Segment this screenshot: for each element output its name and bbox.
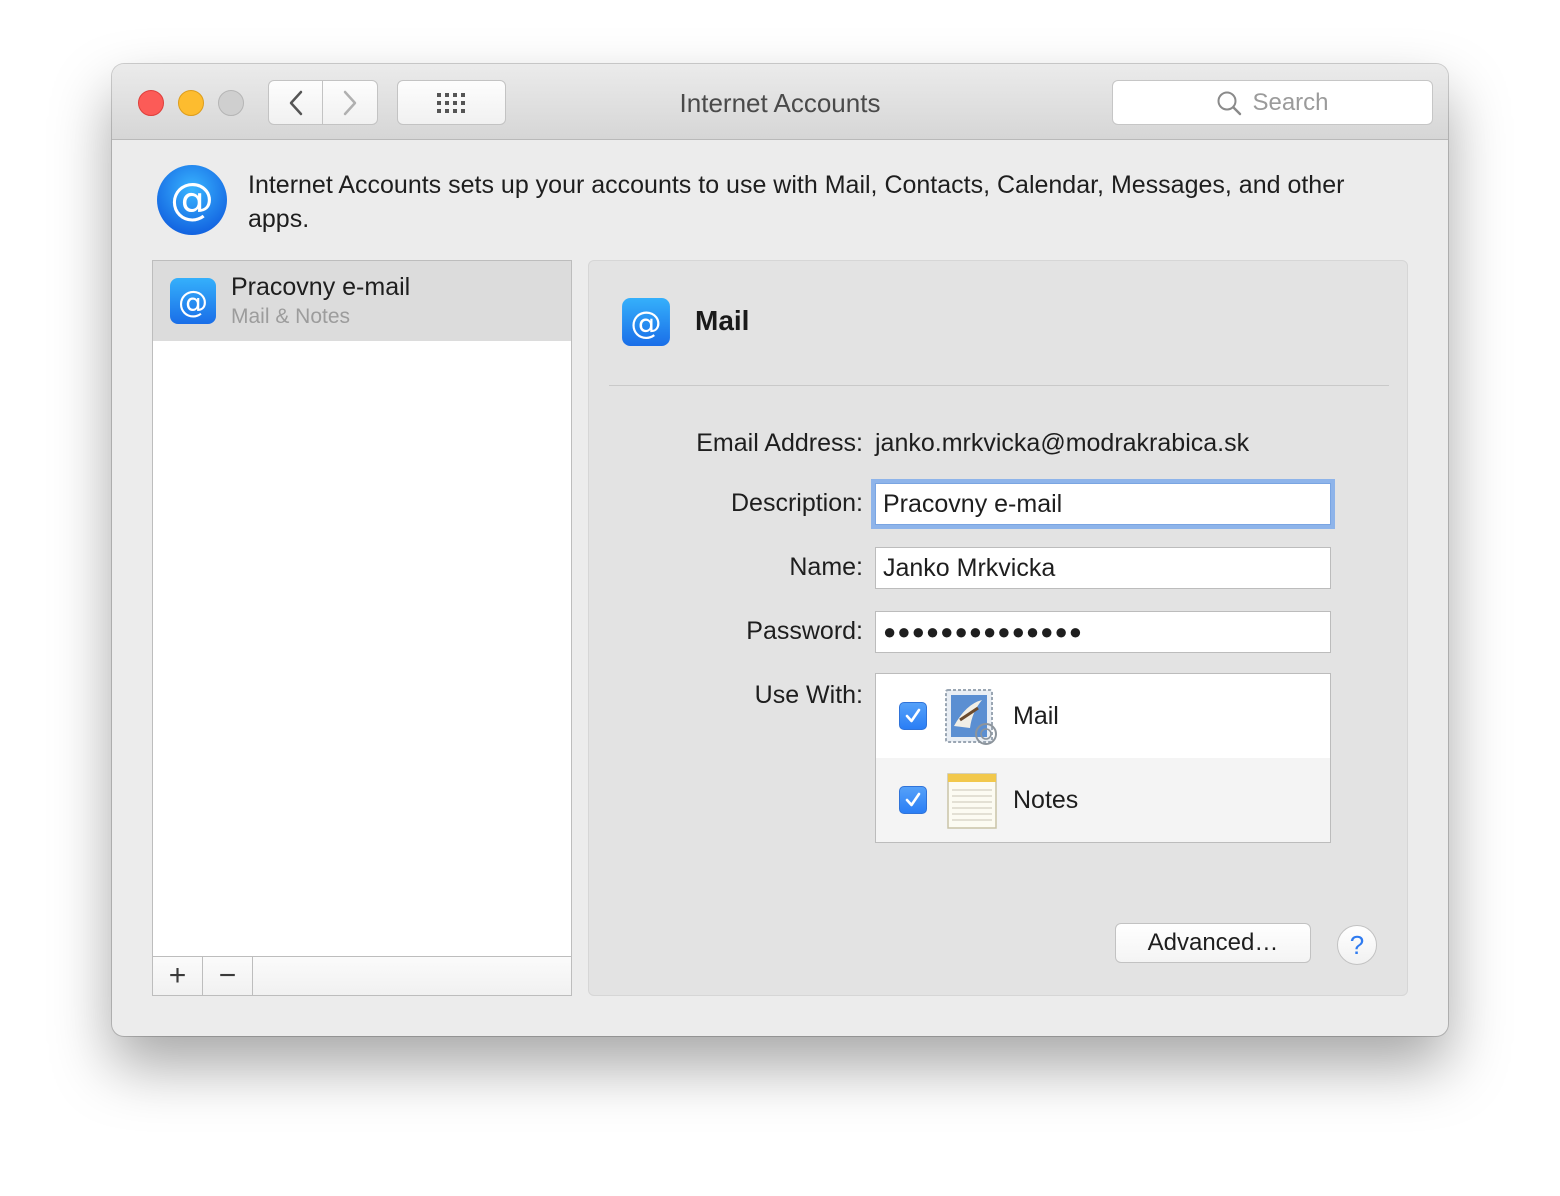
advanced-button[interactable]: Advanced… (1115, 923, 1311, 963)
divider (609, 385, 1389, 386)
svg-text:@: @ (630, 305, 661, 341)
intro-description: Internet Accounts sets up your accounts … (248, 171, 1345, 233)
remove-account-button[interactable]: − (203, 957, 253, 995)
search-field[interactable]: Search (1112, 80, 1433, 125)
notes-label: Notes (1013, 786, 1079, 814)
use-with-item-mail[interactable]: Mail (876, 674, 1330, 758)
checkmark-icon (905, 708, 921, 723)
description-label: Description: (731, 489, 863, 517)
name-label: Name: (789, 553, 863, 581)
help-button[interactable]: ? (1337, 925, 1377, 965)
search-icon (1217, 91, 1242, 115)
email-value: janko.mrkvicka@modrakrabica.sk (875, 429, 1250, 457)
mail-label: Mail (1013, 702, 1059, 730)
account-services: Mail & Notes (231, 305, 351, 328)
internet-accounts-window: Internet Accounts Search @ Internet Acco… (112, 64, 1448, 1036)
at-sign-icon: @ (622, 298, 670, 346)
use-with-list: Mail Notes (875, 673, 1331, 843)
notes-checkbox[interactable] (899, 786, 927, 814)
at-sign-icon: @ (170, 278, 216, 324)
svg-text:@: @ (170, 174, 214, 225)
mail-checkbox[interactable] (899, 702, 927, 730)
notes-app-icon (947, 773, 997, 829)
password-label: Password: (746, 617, 863, 645)
use-with-label: Use With: (754, 681, 863, 709)
description-field[interactable]: Pracovny e-mail (875, 483, 1331, 525)
accounts-list-toolbar: + − (152, 956, 572, 996)
search-placeholder: Search (1252, 88, 1329, 116)
account-type-title: Mail (695, 305, 750, 336)
title-bar: Internet Accounts Search (112, 64, 1448, 140)
internet-accounts-icon: @ (157, 165, 227, 235)
add-account-button[interactable]: + (153, 957, 203, 995)
mail-app-icon (945, 689, 997, 745)
account-detail-panel: @ Mail Email Address: janko.mrkvicka@mod… (588, 260, 1408, 996)
use-with-item-notes[interactable]: Notes (876, 758, 1330, 842)
name-field[interactable]: Janko Mrkvicka (875, 547, 1331, 589)
account-row-pracovny[interactable]: @ Pracovny e-mail Mail & Notes (153, 261, 571, 341)
account-name: Pracovny e-mail (231, 273, 411, 301)
svg-text:@: @ (178, 285, 208, 320)
email-label: Email Address: (696, 429, 863, 457)
accounts-list[interactable]: @ Pracovny e-mail Mail & Notes (152, 260, 572, 996)
checkmark-icon (905, 792, 921, 807)
password-field[interactable]: ●●●●●●●●●●●●●● (875, 611, 1331, 653)
